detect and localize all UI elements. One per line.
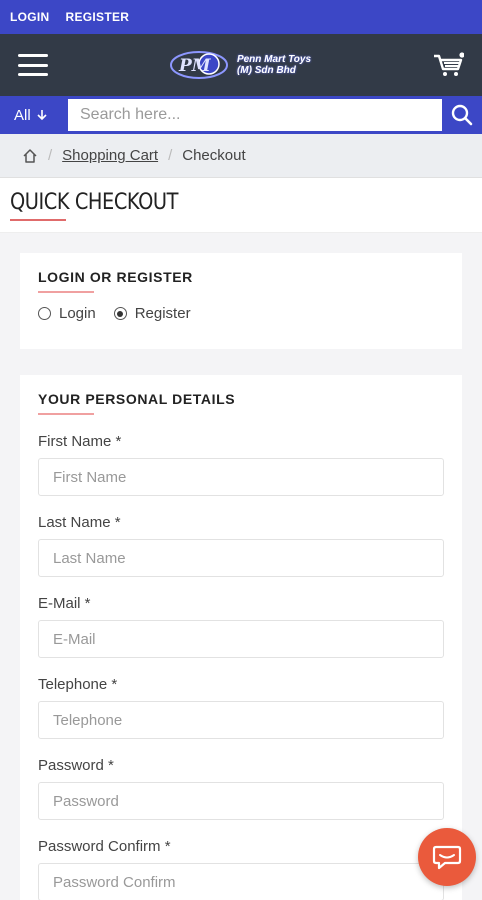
account-type-radios: Login Register xyxy=(38,305,444,322)
register-link[interactable]: REGISTER xyxy=(66,10,130,24)
hamburger-icon[interactable] xyxy=(18,54,48,76)
chat-button[interactable] xyxy=(418,828,476,886)
password-confirm-field[interactable] xyxy=(38,863,444,900)
breadcrumb-separator: / xyxy=(168,147,173,164)
radio-circle-register[interactable] xyxy=(113,307,127,320)
first-name-field[interactable] xyxy=(38,458,444,496)
cart-icon[interactable] xyxy=(432,52,465,78)
arrow-down-icon xyxy=(37,110,47,121)
radio-register[interactable]: Register xyxy=(113,305,191,322)
chat-bubble-icon xyxy=(432,845,462,870)
category-label: All xyxy=(14,106,31,124)
section-underline xyxy=(38,413,94,415)
logo-line-1: Penn Mart Toys xyxy=(236,54,312,65)
svg-text:PM: PM xyxy=(178,56,212,76)
breadcrumb-shopping-cart[interactable]: Shopping Cart xyxy=(62,147,158,164)
password-field[interactable] xyxy=(38,782,444,820)
login-link[interactable]: LOGIN xyxy=(10,10,50,24)
breadcrumb-separator: / xyxy=(48,147,53,164)
radio-login-label: Login xyxy=(59,305,96,322)
search-icon xyxy=(451,104,473,126)
last-name-field[interactable] xyxy=(38,539,444,577)
password-label: Password * xyxy=(38,757,114,774)
title-underline xyxy=(10,219,66,221)
personal-details-card: YOUR PERSONAL DETAILS First Name * Last … xyxy=(20,375,462,900)
section-underline xyxy=(38,291,94,293)
logo-line-2: (M) Sdn Bhd xyxy=(236,65,296,76)
radio-login[interactable]: Login xyxy=(38,305,96,322)
home-icon[interactable] xyxy=(22,148,38,164)
radio-circle-login[interactable] xyxy=(38,307,51,320)
top-bar: LOGIN REGISTER xyxy=(0,0,482,34)
personal-details-title: YOUR PERSONAL DETAILS xyxy=(38,391,236,407)
email-label: E-Mail * xyxy=(38,595,91,612)
login-register-card: LOGIN OR REGISTER Login Register xyxy=(20,253,462,349)
email-field[interactable] xyxy=(38,620,444,658)
page-header: QUICK CHECKOUT xyxy=(0,178,482,233)
login-register-title: LOGIN OR REGISTER xyxy=(38,269,193,285)
telephone-field[interactable] xyxy=(38,701,444,739)
logo[interactable]: PM Penn Mart Toys (M) Sdn Bhd xyxy=(169,47,311,83)
breadcrumb-checkout: Checkout xyxy=(182,147,246,164)
logo-mark-icon: PM xyxy=(169,51,228,79)
search-bar: All xyxy=(0,96,482,134)
first-name-label: First Name * xyxy=(38,433,122,450)
search-button[interactable] xyxy=(442,96,482,134)
password-confirm-label: Password Confirm * xyxy=(38,838,171,855)
page-title: QUICK CHECKOUT xyxy=(10,190,179,215)
telephone-label: Telephone * xyxy=(38,676,118,693)
radio-register-label: Register xyxy=(134,305,191,322)
search-input[interactable] xyxy=(68,99,442,131)
breadcrumb: / Shopping Cart / Checkout xyxy=(0,134,482,178)
last-name-label: Last Name * xyxy=(38,514,121,531)
site-header: PM Penn Mart Toys (M) Sdn Bhd xyxy=(0,34,482,96)
category-select[interactable]: All xyxy=(6,107,68,124)
